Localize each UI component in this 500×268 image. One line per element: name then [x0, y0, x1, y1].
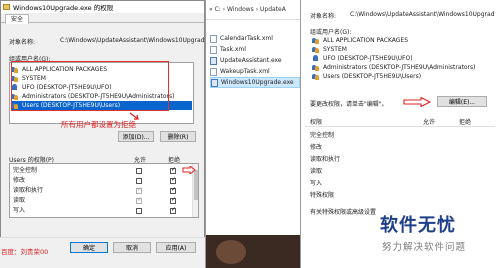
- permission-name: 写入: [13, 207, 26, 214]
- user-list[interactable]: ALL APPLICATION PACKAGES SYSTEM UFO (DES…: [312, 35, 492, 90]
- permission-name: 读取: [310, 168, 323, 175]
- permission-name: 写入: [310, 180, 323, 187]
- annotation-text: 所有用户都设置为拒绝: [61, 120, 136, 129]
- allow-checkbox[interactable]: [136, 168, 142, 174]
- deny-checkbox[interactable]: [170, 176, 176, 184]
- brand-name: 软件无忧: [380, 215, 456, 236]
- allow-checkbox[interactable]: [136, 196, 142, 204]
- file-explorer: « C: › Windows › UpdateA CalendarTask.xm…: [205, 0, 301, 268]
- file-item[interactable]: Task.xml: [210, 44, 300, 55]
- deny-checkbox[interactable]: [170, 186, 176, 194]
- object-name-value: C:\Windows\UpdateAssistant\Windows10Upgr…: [60, 37, 205, 44]
- permission-list: 完全控制 修改 读取和执行 读取 写入 特殊权限: [310, 127, 490, 202]
- annotation-arrow-icon: [403, 97, 431, 107]
- permission-name: 修改: [13, 177, 26, 184]
- permission-name: 读取和执行: [13, 187, 44, 194]
- annotation-arrow-icon: [182, 166, 196, 174]
- brand-watermark: 软件无忧 努力解决软件问题: [380, 207, 498, 267]
- edit-button[interactable]: 编辑(E)...: [437, 96, 487, 107]
- permission-name: 特殊权限: [310, 192, 335, 199]
- watermark-text: 百度：刘贵荣00: [1, 248, 49, 256]
- permission-list: 完全控制 修改 读取和执行 读取 写入: [9, 163, 199, 218]
- allow-checkbox[interactable]: [136, 186, 142, 194]
- folder-icon: [3, 4, 10, 10]
- dialog-title: Windows10Upgrade.exe 的权限: [13, 4, 114, 12]
- remove-button[interactable]: 删除(R): [160, 131, 196, 142]
- exe-icon: [211, 78, 218, 87]
- scrollbar-thumb[interactable]: [194, 170, 198, 200]
- group-icon: [312, 64, 320, 71]
- object-name-value: C:\Windows\UpdateAssistant\Windows10Upgr…: [350, 11, 495, 18]
- annotation-frame: [11, 61, 169, 111]
- permissions-label: 权限: [310, 119, 323, 126]
- exe-icon: [210, 56, 217, 65]
- file-item[interactable]: CalendarTask.xml: [210, 33, 300, 44]
- background-photo: [206, 235, 301, 268]
- permission-name: 读取和执行: [310, 156, 341, 163]
- list-item[interactable]: SYSTEM: [312, 45, 347, 54]
- brand-slogan: 努力解决软件问题: [382, 242, 467, 253]
- file-item-selected[interactable]: Windows10Upgrade.exe: [210, 77, 300, 88]
- group-icon: [312, 73, 320, 80]
- list-item[interactable]: Users (DESKTOP-JT5HE9U\Users): [312, 72, 421, 81]
- object-name-label: 对象名称:: [310, 13, 337, 20]
- list-item[interactable]: UFO (DESKTOP-JT5HE9U\UFO): [312, 54, 413, 63]
- deny-column-header: 拒绝: [459, 119, 472, 126]
- file-item[interactable]: WakeupTask.xml: [210, 66, 300, 77]
- advanced-hint: 有关特殊权限或高级设置: [310, 209, 377, 216]
- apply-button[interactable]: 应用(A): [156, 242, 196, 253]
- ok-button[interactable]: 确定: [70, 242, 108, 253]
- title-bar: Windows10Upgrade.exe 的权限: [1, 1, 204, 13]
- deny-checkbox[interactable]: [170, 196, 176, 204]
- permission-name: 完全控制: [13, 167, 38, 174]
- deny-checkbox[interactable]: [170, 166, 176, 174]
- tab-strip: 安全: [1, 13, 204, 24]
- add-button[interactable]: 添加(D)...: [118, 131, 154, 142]
- file-icon: [210, 45, 217, 54]
- object-name-label: 对象名称:: [9, 39, 36, 46]
- allow-column-header: 允许: [423, 119, 436, 126]
- allow-checkbox[interactable]: [136, 208, 142, 214]
- group-icon: [312, 37, 320, 44]
- list-item[interactable]: ALL APPLICATION PACKAGES: [312, 36, 408, 45]
- list-item[interactable]: Administrators (DESKTOP-JT5HE9U\Administ…: [312, 63, 476, 72]
- cancel-button[interactable]: 取消: [113, 242, 151, 253]
- breadcrumb[interactable]: « C: › Windows › UpdateA: [206, 0, 301, 20]
- group-icon: [312, 46, 320, 53]
- permission-name: 读取: [13, 197, 26, 204]
- file-item[interactable]: UpdateAssistant.exe: [210, 55, 300, 66]
- change-hint: 要更改权限，请单击"编辑"。: [310, 101, 388, 108]
- file-icon: [210, 67, 217, 76]
- tab-security[interactable]: 安全: [5, 14, 30, 24]
- permission-name: 完全控制: [310, 132, 335, 139]
- allow-checkbox[interactable]: [136, 178, 142, 184]
- permission-name: 修改: [310, 144, 323, 151]
- user-icon: [312, 55, 320, 62]
- deny-checkbox[interactable]: [170, 206, 176, 214]
- file-icon: [210, 34, 217, 43]
